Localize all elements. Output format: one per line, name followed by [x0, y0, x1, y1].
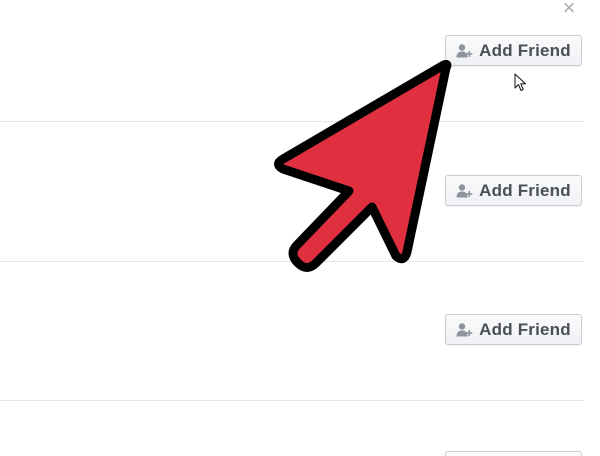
add-friend-button-partial[interactable] [445, 451, 582, 456]
add-friend-icon [456, 322, 473, 336]
add-friend-icon [456, 43, 473, 57]
red-pointer-arrow-icon [274, 60, 452, 272]
suggested-friends-list: × Add Friend Add Friend Add Friend [0, 0, 600, 456]
add-friend-label: Add Friend [479, 40, 571, 60]
divider [0, 400, 584, 401]
add-friend-button[interactable]: Add Friend [445, 35, 582, 66]
add-friend-button[interactable]: Add Friend [445, 314, 582, 345]
mouse-cursor-icon [514, 73, 527, 92]
add-friend-button[interactable]: Add Friend [445, 175, 582, 206]
add-friend-label: Add Friend [479, 319, 571, 339]
list-item: Add Friend [0, 262, 600, 401]
add-friend-label: Add Friend [479, 180, 571, 200]
